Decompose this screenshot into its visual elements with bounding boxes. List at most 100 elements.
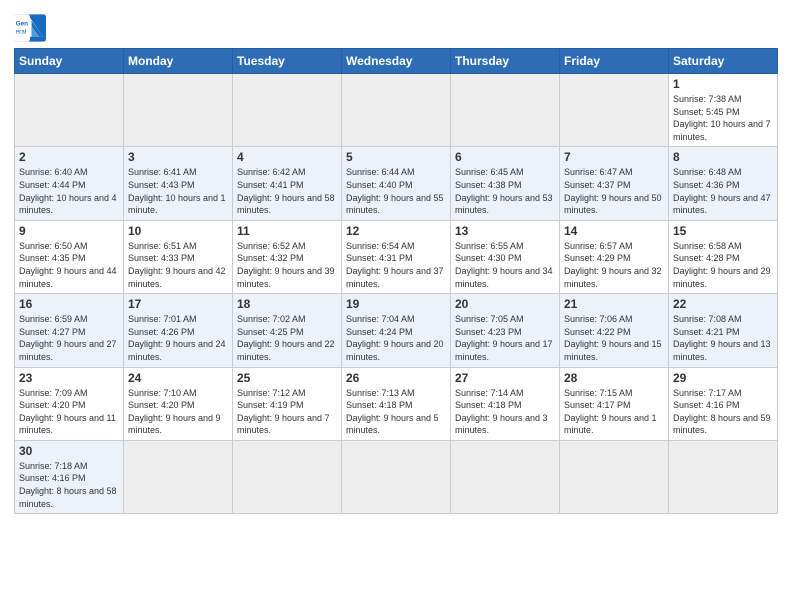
calendar-cell-4-1: 24 Sunrise: 7:10 AM Sunset: 4:20 PM Dayli… xyxy=(124,367,233,440)
day-number: 7 xyxy=(564,150,664,164)
day-number: 27 xyxy=(455,371,555,385)
day-number: 20 xyxy=(455,297,555,311)
calendar-table: SundayMondayTuesdayWednesdayThursdayFrid… xyxy=(14,48,778,514)
calendar-cell-1-4: 6Sunrise: 6:45 AM Sunset: 4:38 PM Daylig… xyxy=(451,147,560,220)
logo: Gen eral xyxy=(14,14,50,42)
calendar-cell-1-5: 7 Sunrise: 6:47 AM Sunset: 4:37 PM Daylig… xyxy=(560,147,669,220)
logo-icon: Gen eral xyxy=(14,14,46,42)
weekday-header-saturday: Saturday xyxy=(669,49,778,74)
calendar-cell-5-5 xyxy=(560,440,669,513)
day-number: 16 xyxy=(19,297,119,311)
calendar-cell-0-3 xyxy=(342,74,451,147)
calendar-cell-1-1: 3 Sunrise: 6:41 AM Sunset: 4:43 PM Daylig… xyxy=(124,147,233,220)
day-number: 1 xyxy=(673,77,773,91)
calendar-cell-3-6: 22 Sunrise: 7:08 AM Sunset: 4:21 PM Dayli… xyxy=(669,294,778,367)
calendar-cell-3-0: 16 Sunrise: 6:59 AM Sunset: 4:27 PM Dayli… xyxy=(15,294,124,367)
day-number: 4 xyxy=(237,150,337,164)
day-info: Sunrise: 7:38 AM Sunset: 5:45 PM Dayligh… xyxy=(673,93,773,143)
day-info: Sunrise: 7:15 AM Sunset: 4:17 PM Dayligh… xyxy=(564,387,664,437)
day-info: Sunrise: 6:50 AM Sunset: 4:35 PM Dayligh… xyxy=(19,240,119,290)
day-number: 22 xyxy=(673,297,773,311)
day-info: Sunrise: 7:04 AM Sunset: 4:24 PM Dayligh… xyxy=(346,313,446,363)
calendar-cell-2-6: 15 Sunrise: 6:58 AM Sunset: 4:28 PM Dayli… xyxy=(669,220,778,293)
calendar-cell-0-0 xyxy=(15,74,124,147)
day-number: 24 xyxy=(128,371,228,385)
calendar-cell-1-0: 2Sunrise: 6:40 AM Sunset: 4:44 PM Daylig… xyxy=(15,147,124,220)
day-info: Sunrise: 7:06 AM Sunset: 4:22 PM Dayligh… xyxy=(564,313,664,363)
day-info: Sunrise: 6:55 AM Sunset: 4:30 PM Dayligh… xyxy=(455,240,555,290)
day-info: Sunrise: 6:47 AM Sunset: 4:37 PM Dayligh… xyxy=(564,166,664,216)
weekday-header-monday: Monday xyxy=(124,49,233,74)
calendar-cell-2-1: 10Sunrise: 6:51 AM Sunset: 4:33 PM Dayli… xyxy=(124,220,233,293)
calendar-cell-0-4 xyxy=(451,74,560,147)
calendar-cell-1-3: 5 Sunrise: 6:44 AM Sunset: 4:40 PM Daylig… xyxy=(342,147,451,220)
calendar-cell-0-5 xyxy=(560,74,669,147)
calendar-cell-2-3: 12 Sunrise: 6:54 AM Sunset: 4:31 PM Dayli… xyxy=(342,220,451,293)
calendar-cell-4-4: 27 Sunrise: 7:14 AM Sunset: 4:18 PM Dayli… xyxy=(451,367,560,440)
day-info: Sunrise: 6:54 AM Sunset: 4:31 PM Dayligh… xyxy=(346,240,446,290)
day-info: Sunrise: 6:57 AM Sunset: 4:29 PM Dayligh… xyxy=(564,240,664,290)
day-number: 25 xyxy=(237,371,337,385)
calendar-cell-5-2 xyxy=(233,440,342,513)
day-info: Sunrise: 6:48 AM Sunset: 4:36 PM Dayligh… xyxy=(673,166,773,216)
calendar-cell-5-6 xyxy=(669,440,778,513)
day-info: Sunrise: 7:08 AM Sunset: 4:21 PM Dayligh… xyxy=(673,313,773,363)
calendar-week-1: 2Sunrise: 6:40 AM Sunset: 4:44 PM Daylig… xyxy=(15,147,778,220)
day-info: Sunrise: 7:18 AM Sunset: 4:16 PM Dayligh… xyxy=(19,460,119,510)
calendar-cell-1-6: 8 Sunrise: 6:48 AM Sunset: 4:36 PM Daylig… xyxy=(669,147,778,220)
day-number: 5 xyxy=(346,150,446,164)
day-info: Sunrise: 7:13 AM Sunset: 4:18 PM Dayligh… xyxy=(346,387,446,437)
day-number: 28 xyxy=(564,371,664,385)
svg-text:Gen: Gen xyxy=(16,21,29,28)
calendar-cell-5-3 xyxy=(342,440,451,513)
day-info: Sunrise: 6:51 AM Sunset: 4:33 PM Dayligh… xyxy=(128,240,228,290)
day-info: Sunrise: 6:42 AM Sunset: 4:41 PM Dayligh… xyxy=(237,166,337,216)
day-number: 13 xyxy=(455,224,555,238)
calendar-cell-5-4 xyxy=(451,440,560,513)
calendar-cell-2-4: 13 Sunrise: 6:55 AM Sunset: 4:30 PM Dayli… xyxy=(451,220,560,293)
day-info: Sunrise: 6:44 AM Sunset: 4:40 PM Dayligh… xyxy=(346,166,446,216)
weekday-header-sunday: Sunday xyxy=(15,49,124,74)
day-number: 2 xyxy=(19,150,119,164)
weekday-header-row: SundayMondayTuesdayWednesdayThursdayFrid… xyxy=(15,49,778,74)
svg-text:eral: eral xyxy=(16,29,27,36)
calendar-cell-3-2: 18Sunrise: 7:02 AM Sunset: 4:25 PM Dayli… xyxy=(233,294,342,367)
day-info: Sunrise: 7:10 AM Sunset: 4:20 PM Dayligh… xyxy=(128,387,228,437)
calendar-cell-3-5: 21Sunrise: 7:06 AM Sunset: 4:22 PM Dayli… xyxy=(560,294,669,367)
day-info: Sunrise: 6:41 AM Sunset: 4:43 PM Dayligh… xyxy=(128,166,228,216)
calendar-cell-2-2: 11Sunrise: 6:52 AM Sunset: 4:32 PM Dayli… xyxy=(233,220,342,293)
day-number: 3 xyxy=(128,150,228,164)
day-info: Sunrise: 7:05 AM Sunset: 4:23 PM Dayligh… xyxy=(455,313,555,363)
day-info: Sunrise: 7:12 AM Sunset: 4:19 PM Dayligh… xyxy=(237,387,337,437)
calendar-cell-3-1: 17Sunrise: 7:01 AM Sunset: 4:26 PM Dayli… xyxy=(124,294,233,367)
day-info: Sunrise: 6:59 AM Sunset: 4:27 PM Dayligh… xyxy=(19,313,119,363)
day-info: Sunrise: 6:45 AM Sunset: 4:38 PM Dayligh… xyxy=(455,166,555,216)
day-number: 9 xyxy=(19,224,119,238)
day-info: Sunrise: 6:58 AM Sunset: 4:28 PM Dayligh… xyxy=(673,240,773,290)
day-info: Sunrise: 7:01 AM Sunset: 4:26 PM Dayligh… xyxy=(128,313,228,363)
page: Gen eral SundayMondayTuesdayWednesdayThu… xyxy=(0,0,792,612)
calendar-cell-3-4: 20 Sunrise: 7:05 AM Sunset: 4:23 PM Dayli… xyxy=(451,294,560,367)
calendar-week-0: 1 Sunrise: 7:38 AM Sunset: 5:45 PM Daylig… xyxy=(15,74,778,147)
weekday-header-wednesday: Wednesday xyxy=(342,49,451,74)
day-number: 8 xyxy=(673,150,773,164)
calendar-cell-0-1 xyxy=(124,74,233,147)
day-info: Sunrise: 7:17 AM Sunset: 4:16 PM Dayligh… xyxy=(673,387,773,437)
day-number: 15 xyxy=(673,224,773,238)
day-number: 14 xyxy=(564,224,664,238)
calendar-cell-3-3: 19Sunrise: 7:04 AM Sunset: 4:24 PM Dayli… xyxy=(342,294,451,367)
day-info: Sunrise: 7:09 AM Sunset: 4:20 PM Dayligh… xyxy=(19,387,119,437)
calendar-week-2: 9 Sunrise: 6:50 AM Sunset: 4:35 PM Daylig… xyxy=(15,220,778,293)
calendar-cell-4-3: 26Sunrise: 7:13 AM Sunset: 4:18 PM Dayli… xyxy=(342,367,451,440)
header: Gen eral xyxy=(14,10,778,42)
calendar-cell-4-6: 29Sunrise: 7:17 AM Sunset: 4:16 PM Dayli… xyxy=(669,367,778,440)
calendar-cell-5-1 xyxy=(124,440,233,513)
calendar-cell-1-2: 4 Sunrise: 6:42 AM Sunset: 4:41 PM Daylig… xyxy=(233,147,342,220)
calendar-cell-4-5: 28 Sunrise: 7:15 AM Sunset: 4:17 PM Dayli… xyxy=(560,367,669,440)
day-info: Sunrise: 7:02 AM Sunset: 4:25 PM Dayligh… xyxy=(237,313,337,363)
day-number: 11 xyxy=(237,224,337,238)
day-info: Sunrise: 7:14 AM Sunset: 4:18 PM Dayligh… xyxy=(455,387,555,437)
calendar-cell-4-0: 23Sunrise: 7:09 AM Sunset: 4:20 PM Dayli… xyxy=(15,367,124,440)
calendar-week-4: 23Sunrise: 7:09 AM Sunset: 4:20 PM Dayli… xyxy=(15,367,778,440)
day-number: 12 xyxy=(346,224,446,238)
